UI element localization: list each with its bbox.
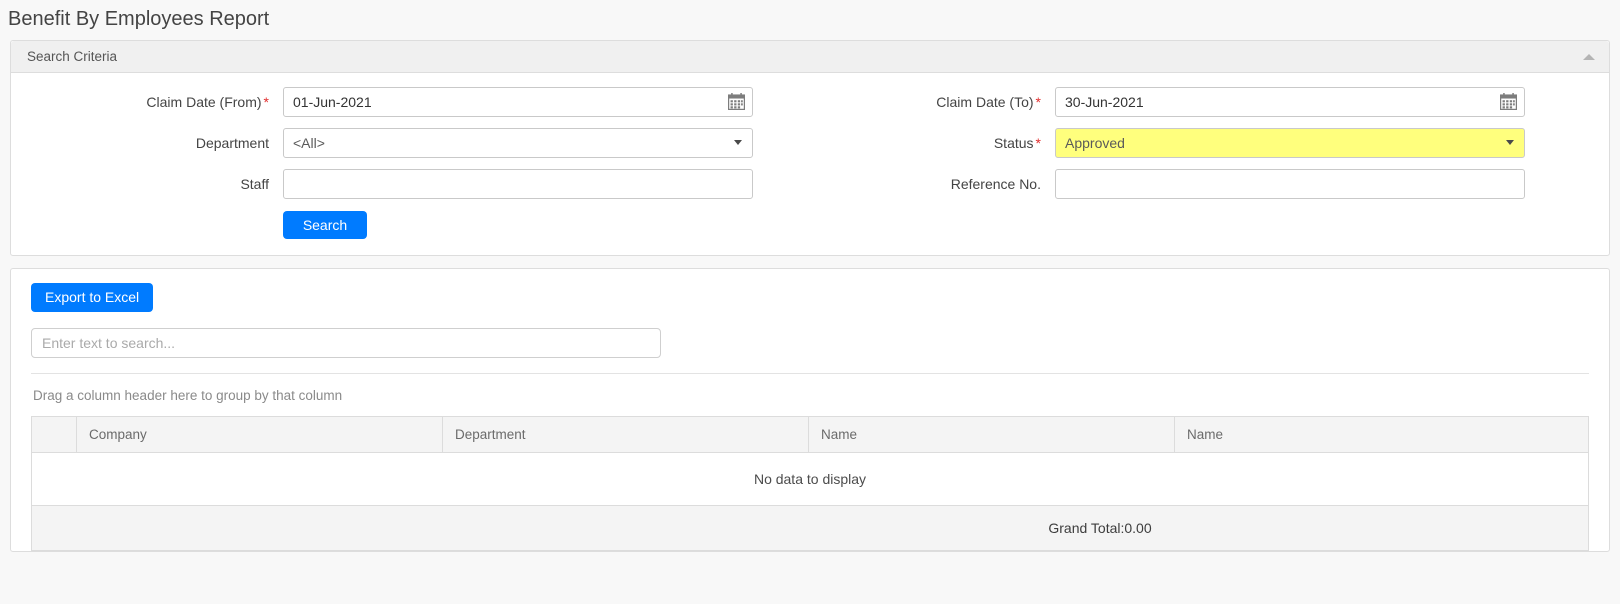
claim-date-to-label-text: Claim Date (To) [936, 94, 1034, 110]
search-button-wrap: Search [283, 211, 753, 239]
results-body: Export to Excel Drag a column header her… [11, 269, 1609, 551]
grid-column-select[interactable] [31, 416, 77, 453]
grid-empty-row: No data to display [31, 452, 1589, 506]
export-to-excel-button[interactable]: Export to Excel [31, 283, 154, 312]
search-criteria-panel: Search Criteria Claim Date (From) * 01-J… [10, 40, 1610, 256]
grid-column-name-2[interactable]: Name [1174, 416, 1589, 453]
grid-column-department[interactable]: Department [442, 416, 809, 453]
status-field: Approved [1055, 128, 1525, 158]
claim-date-to-input[interactable] [1055, 87, 1525, 117]
grid-column-company[interactable]: Company [76, 416, 443, 453]
grid-header-row: Company Department Name Name [31, 416, 1589, 453]
page-title: Benefit By Employees Report [8, 8, 270, 30]
staff-label: Staff [240, 176, 269, 192]
search-criteria-header[interactable]: Search Criteria [11, 41, 1609, 73]
search-button[interactable]: Search [283, 211, 367, 239]
grand-total-cell: Grand Total:0.00 [31, 505, 1589, 551]
department-select[interactable]: <All> [283, 128, 753, 158]
claim-date-to-field [1055, 87, 1525, 117]
claim-date-to-label: Claim Date (To) * [753, 94, 1055, 110]
grid-search-wrap [31, 312, 1589, 358]
claim-date-from-input[interactable] [283, 87, 753, 117]
results-grid: Company Department Name Name No data to … [31, 416, 1589, 551]
staff-input[interactable] [283, 169, 753, 199]
reference-no-input[interactable] [1055, 169, 1525, 199]
claim-date-to-required: * [1035, 94, 1041, 110]
claim-date-from-required: * [263, 94, 269, 110]
triangle-up-icon[interactable] [1583, 53, 1595, 60]
department-label: Department [195, 135, 269, 151]
search-button-row: Search [11, 211, 1609, 239]
criteria-grid: Claim Date (From)* Claim Date (To)* [11, 87, 1609, 199]
grand-total-text: Grand Total:0.00 [1048, 520, 1152, 536]
group-by-drop-area[interactable]: Drag a column header here to group by th… [31, 374, 1589, 416]
grid-total-row: Grand Total:0.00 [31, 505, 1589, 551]
status-label-text: Status [993, 135, 1034, 151]
search-criteria-body: Claim Date (From)* Claim Date (To)* [11, 73, 1609, 255]
status-select[interactable]: Approved [1055, 128, 1525, 158]
department-field: <All> [283, 128, 753, 158]
claim-date-from-label-text: Claim Date (From) [146, 94, 262, 110]
claim-date-from-label: Claim Date (From) * [11, 94, 283, 110]
grid-empty-message: No data to display [31, 452, 1589, 506]
grid-search-input[interactable] [31, 328, 661, 358]
staff-field [283, 169, 753, 199]
search-row-spacer [11, 211, 283, 239]
results-panel: Export to Excel Drag a column header her… [10, 268, 1610, 552]
status-label: Status * [753, 135, 1055, 151]
reference-no-field [1055, 169, 1525, 199]
reference-no-label: Reference No. [950, 176, 1041, 192]
grid-column-name-1[interactable]: Name [808, 416, 1175, 453]
status-required: * [1035, 135, 1041, 151]
search-criteria-title: Search Criteria [27, 49, 118, 64]
claim-date-from-field [283, 87, 753, 117]
